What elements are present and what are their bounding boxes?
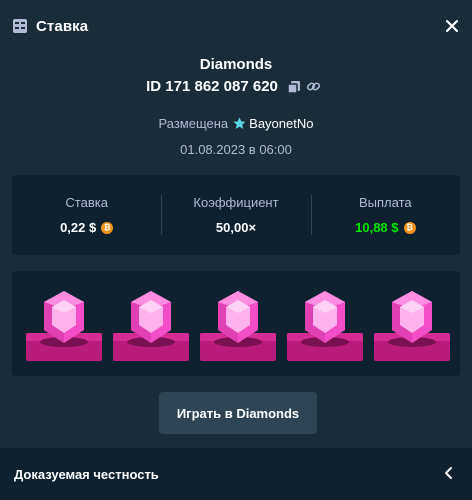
gem-slot xyxy=(26,271,102,376)
gem-slot xyxy=(287,271,363,376)
pink-diamond-icon xyxy=(218,291,258,343)
link-icon[interactable] xyxy=(306,79,322,95)
pink-diamond-icon xyxy=(131,291,171,343)
gem-slot xyxy=(200,271,276,376)
bitcoin-icon: ₿ xyxy=(403,221,416,234)
payout-stat: Выплата 10,88 $ ₿ xyxy=(310,175,460,255)
chevron-left-icon[interactable] xyxy=(442,466,456,480)
bet-stats-panel: Ставка 0,22 $ ₿ Коэффициент 50,00× Выпла… xyxy=(12,175,460,255)
stake-label: Ставка xyxy=(65,195,108,210)
provably-fair-section[interactable]: Доказуемая честность xyxy=(0,448,472,500)
pink-diamond-icon xyxy=(305,291,345,343)
pink-diamond-icon xyxy=(44,291,84,343)
pink-diamond-icon xyxy=(392,291,432,343)
bet-slip-icon xyxy=(12,18,28,34)
gems-result-panel xyxy=(12,271,460,376)
close-icon[interactable] xyxy=(442,16,462,36)
gem-slot xyxy=(374,271,450,376)
stake-stat: Ставка 0,22 $ ₿ xyxy=(12,175,161,255)
bitcoin-icon: ₿ xyxy=(101,221,114,234)
placed-label: Размещена xyxy=(158,116,229,131)
play-diamonds-button[interactable]: Играть в Diamonds xyxy=(159,392,317,434)
bet-id: ID 171 862 087 620 xyxy=(146,78,278,95)
provably-fair-label: Доказуемая честность xyxy=(14,466,159,482)
payout-value-row: 10,88 $ ₿ xyxy=(355,220,416,235)
gem-slot xyxy=(113,271,189,376)
stake-value: 0,22 $ xyxy=(60,220,97,235)
multiplier-stat: Коэффициент 50,00× xyxy=(161,175,310,255)
payout-value: 10,88 $ xyxy=(355,220,399,235)
vip-star-icon xyxy=(233,117,246,130)
stake-value-row: 0,22 $ ₿ xyxy=(60,220,114,235)
modal-header: Ставка xyxy=(0,0,472,52)
bet-id-row: ID 171 862 087 620 xyxy=(0,78,472,95)
modal-title: Ставка xyxy=(36,17,89,35)
multiplier-value: 50,00× xyxy=(215,220,257,235)
payout-label: Выплата xyxy=(359,195,412,210)
username-link[interactable]: BayonetNo xyxy=(249,116,313,131)
copy-icon[interactable] xyxy=(286,79,302,95)
placed-by-row: Размещена BayonetNo xyxy=(0,116,472,131)
bet-date: 01.08.2023 в 06:00 xyxy=(180,142,292,157)
game-name: Diamonds xyxy=(199,56,273,73)
multiplier-label: Коэффициент xyxy=(193,195,279,210)
